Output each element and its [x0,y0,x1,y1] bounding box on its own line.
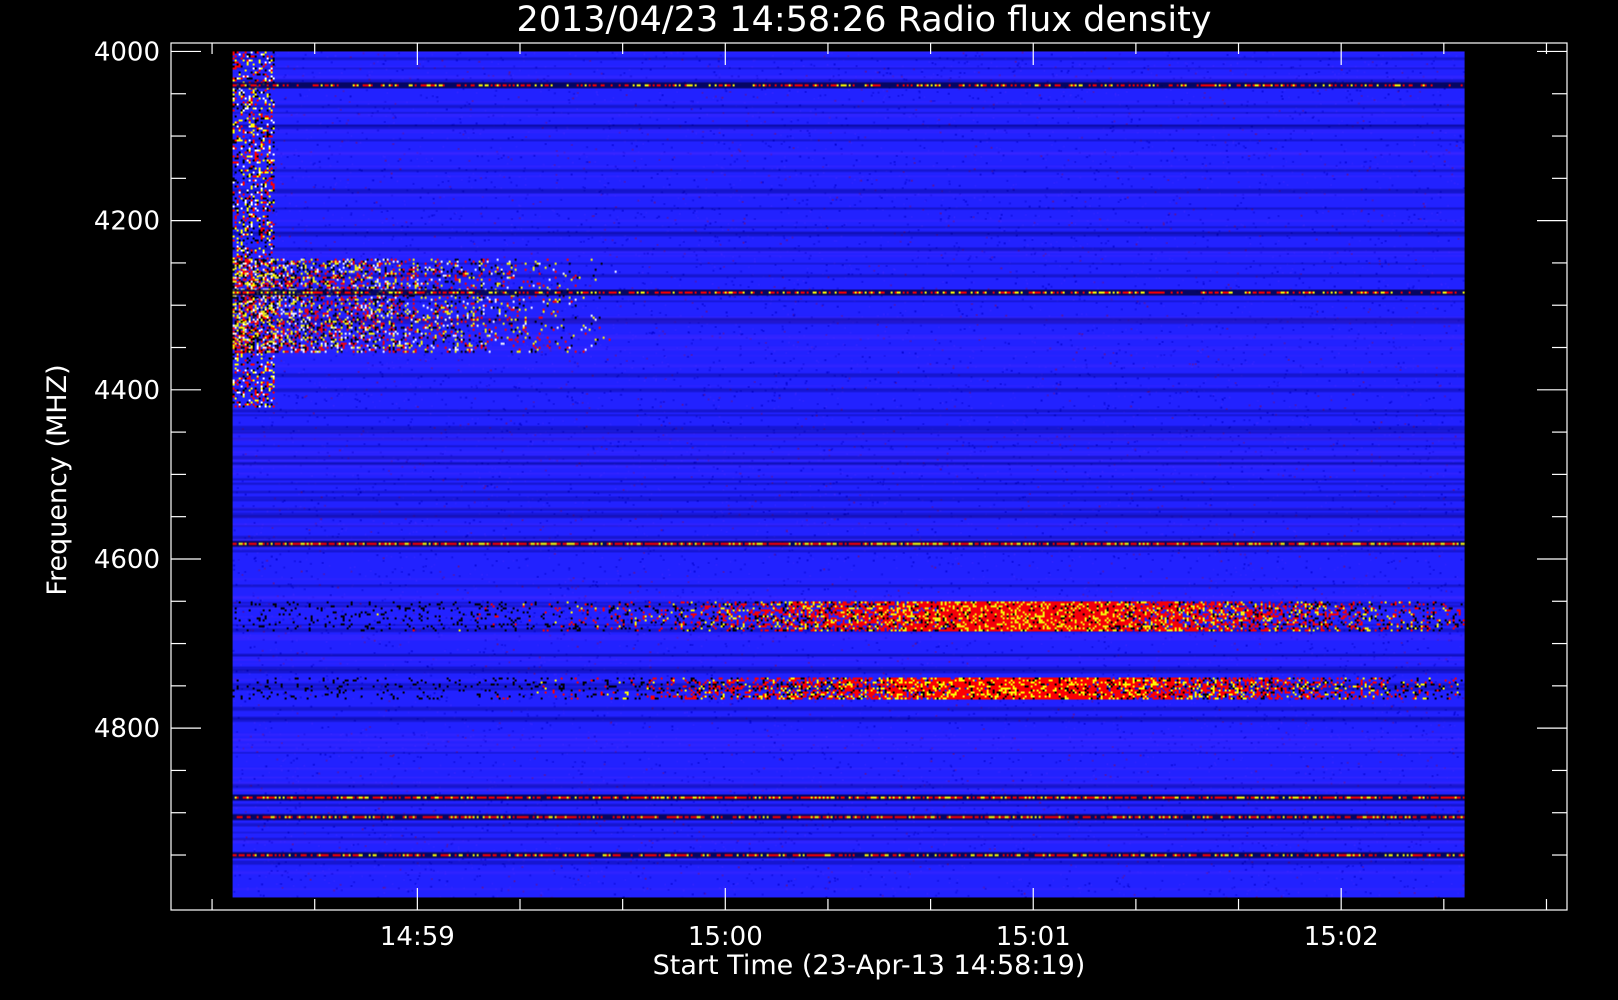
x-axis-label: Start Time (23-Apr-13 14:58:19) [653,950,1086,981]
x-tick-label: 14:59 [380,922,455,952]
y-axis-label: Frequency (MHZ) [42,364,73,595]
y-tick-label: 4800 [94,714,160,744]
x-tick-label: 15:02 [1304,922,1379,952]
spectrogram-chart: 2013/04/23 14:58:26 Radio flux density 4… [0,0,1618,1000]
x-tick-label: 15:01 [996,922,1071,952]
y-tick-label: 4400 [94,376,160,406]
x-tick-label: 15:00 [688,922,763,952]
y-tick-label: 4600 [94,545,160,575]
heatmap-image [232,51,1465,898]
y-tick-label: 4000 [94,37,160,67]
y-tick-label: 4200 [94,207,160,237]
heatmap-plot [232,51,1465,898]
chart-title: 2013/04/23 14:58:26 Radio flux density [516,0,1211,40]
